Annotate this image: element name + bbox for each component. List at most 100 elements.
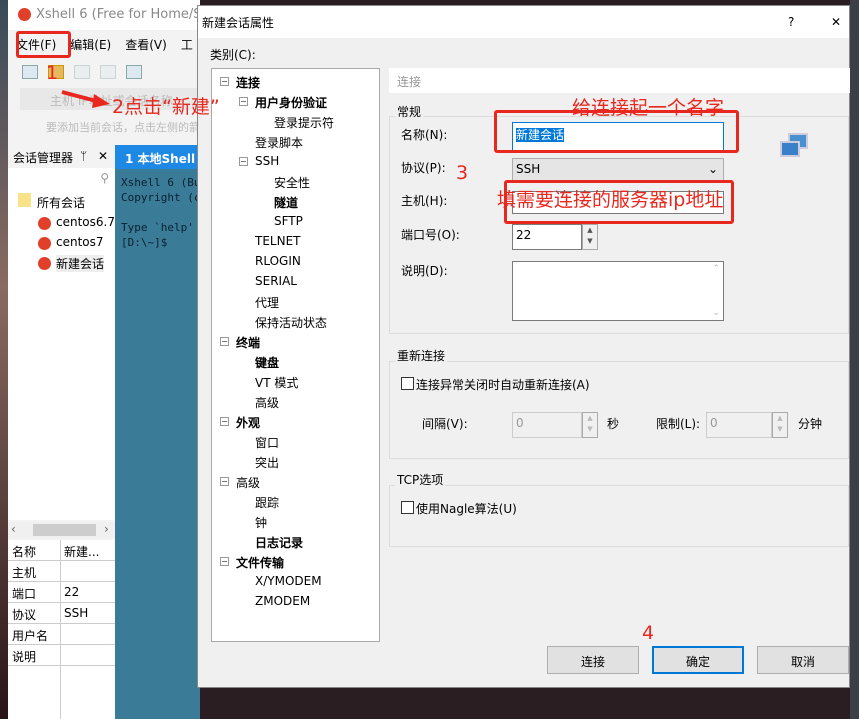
connect-button[interactable]: 连接 (547, 646, 639, 674)
property-value: 22 (64, 585, 80, 599)
disconnect-icon[interactable] (100, 65, 116, 79)
category-item[interactable]: SFTP (274, 214, 303, 228)
category-item[interactable]: 跟踪 (255, 494, 279, 511)
toolbar (18, 62, 198, 84)
reconnect-group-title: 重新连接 (395, 347, 448, 364)
collapse-toggle-icon[interactable]: − (220, 477, 229, 486)
terminal-tab[interactable]: 1 本地Shell (115, 145, 200, 169)
limit-spinner[interactable]: ▲ ▼ (772, 412, 788, 438)
annotation-host-hint: 填需要连接的服务器ip地址 (497, 189, 724, 211)
category-item[interactable]: 突出 (255, 454, 279, 471)
terminal-pane[interactable]: 1 本地Shell Xshell 6 (Build 0189) Copyrigh… (115, 145, 306, 719)
category-item[interactable]: 钟 (255, 514, 267, 531)
collapse-toggle-icon[interactable]: − (220, 417, 229, 426)
category-item[interactable]: 高级 (255, 394, 279, 411)
category-item[interactable]: 终端 (236, 334, 260, 351)
category-item[interactable]: 保持活动状态 (255, 314, 327, 331)
host-label: 主机(H): (401, 194, 448, 208)
category-item[interactable]: 安全性 (274, 174, 310, 191)
session-item[interactable]: 新建会话 (56, 255, 105, 272)
category-item[interactable]: 连接 (236, 74, 260, 91)
session-search[interactable]: ⚲ (8, 168, 115, 190)
port-input[interactable]: 22 (512, 224, 582, 250)
session-icon (38, 237, 51, 250)
property-key: 主机 (12, 566, 37, 580)
category-item[interactable]: 窗口 (255, 434, 279, 451)
properties-table: 名称 新建... 主机 端口 22 协议 SSH 用户名 说明 (8, 540, 115, 719)
category-item[interactable]: 日志记录 (255, 534, 303, 551)
annotation-step3: 3 (456, 162, 469, 184)
close-button[interactable]: ✕ (831, 15, 841, 29)
xshell-logo-icon (18, 8, 31, 21)
category-item[interactable]: SERIAL (255, 274, 297, 288)
property-row: 端口 22 (8, 582, 115, 603)
nagle-label: 使用Nagle算法(U) (416, 502, 517, 516)
category-item[interactable]: 外观 (236, 414, 260, 431)
cancel-button[interactable]: 取消 (757, 646, 849, 674)
help-button[interactable]: ? (788, 15, 794, 29)
category-item[interactable]: 键盘 (255, 354, 279, 371)
protocol-select[interactable]: SSH ⌄ (512, 158, 724, 181)
interval-input[interactable]: 0 (512, 412, 582, 438)
property-row: 协议 SSH (8, 603, 115, 624)
horizontal-scrollbar[interactable]: ‹ › (8, 522, 115, 538)
search-icon: ⚲ (100, 171, 109, 185)
annotation-step4: 4 (642, 622, 655, 644)
description-textarea[interactable]: ⌃ ⌄ (512, 261, 724, 321)
category-item[interactable]: 隧道 (274, 194, 298, 211)
new-session-properties-dialog: 新建会话属性 ? ✕ 类别(C): − 连接 − 用户身份验证 登录提示符 登录脚本 − SS… (197, 5, 850, 688)
port-spinner[interactable]: ▲ ▼ (582, 224, 598, 250)
collapse-toggle-icon[interactable]: − (220, 77, 229, 86)
interval-spinner[interactable]: ▲ ▼ (582, 412, 598, 438)
category-item[interactable]: 登录脚本 (255, 134, 303, 151)
limit-label: 限制(L): (656, 417, 701, 431)
dialog-title: 新建会话属性 (198, 6, 849, 38)
properties-icon[interactable] (126, 65, 142, 79)
general-group-title: 常规 (395, 103, 424, 120)
category-item[interactable]: ZMODEM (255, 594, 310, 608)
info-bar: 要添加当前会话，点击左侧的箭头按钮。 (46, 121, 200, 134)
session-item[interactable]: centos7 (56, 235, 104, 249)
nagle-checkbox[interactable] (401, 501, 414, 514)
menu-view[interactable]: 查看(V) (117, 30, 173, 53)
close-icon[interactable]: ✕ (98, 149, 108, 163)
collapse-toggle-icon[interactable]: − (220, 337, 229, 346)
menu-tools[interactable]: 工 (173, 30, 199, 53)
collapse-toggle-icon[interactable]: − (220, 557, 229, 566)
category-item[interactable]: X/YMODEM (255, 574, 322, 588)
auto-reconnect-label: 连接异常关闭时自动重新连接(A) (416, 378, 590, 392)
chevron-down-icon: ⌄ (707, 162, 718, 176)
connect-icon[interactable] (74, 65, 90, 79)
auto-reconnect-checkbox[interactable] (401, 377, 414, 390)
category-item[interactable]: 登录提示符 (274, 114, 334, 131)
session-manager-header: 会话管理器 ᛘ ✕ (8, 145, 115, 167)
pin-icon[interactable]: ᛘ (80, 149, 87, 163)
network-computer-icon (780, 133, 810, 161)
desktop-background-right (850, 0, 859, 719)
section-header: 连接 (389, 68, 850, 93)
new-session-icon[interactable] (22, 65, 38, 79)
category-item[interactable]: 高级 (236, 474, 260, 491)
category-item[interactable]: 文件传输 (236, 554, 284, 571)
ok-button[interactable]: 确定 (652, 646, 744, 674)
category-item[interactable]: 代理 (255, 294, 279, 311)
category-item[interactable]: VT 模式 (255, 374, 298, 391)
protocol-label: 协议(P): (401, 161, 446, 175)
limit-input[interactable]: 0 (706, 412, 772, 438)
category-label: 类别(C): (210, 48, 256, 62)
property-key: 说明 (12, 650, 37, 664)
session-root[interactable]: 所有会话 (37, 194, 85, 211)
property-value: 新建... (64, 545, 100, 559)
property-key: 端口 (12, 587, 37, 601)
description-label: 说明(D): (401, 264, 448, 278)
collapse-toggle-icon[interactable]: − (239, 97, 248, 106)
category-item[interactable]: SSH (255, 154, 279, 168)
session-icon (38, 257, 51, 270)
session-item[interactable]: centos6.7 (56, 215, 115, 229)
category-item[interactable]: 用户身份验证 (255, 94, 327, 111)
category-item[interactable]: RLOGIN (255, 254, 301, 268)
interval-label: 间隔(V): (422, 417, 468, 431)
category-item[interactable]: TELNET (255, 234, 301, 248)
property-row: 名称 新建... (8, 540, 115, 561)
collapse-toggle-icon[interactable]: − (239, 157, 248, 166)
